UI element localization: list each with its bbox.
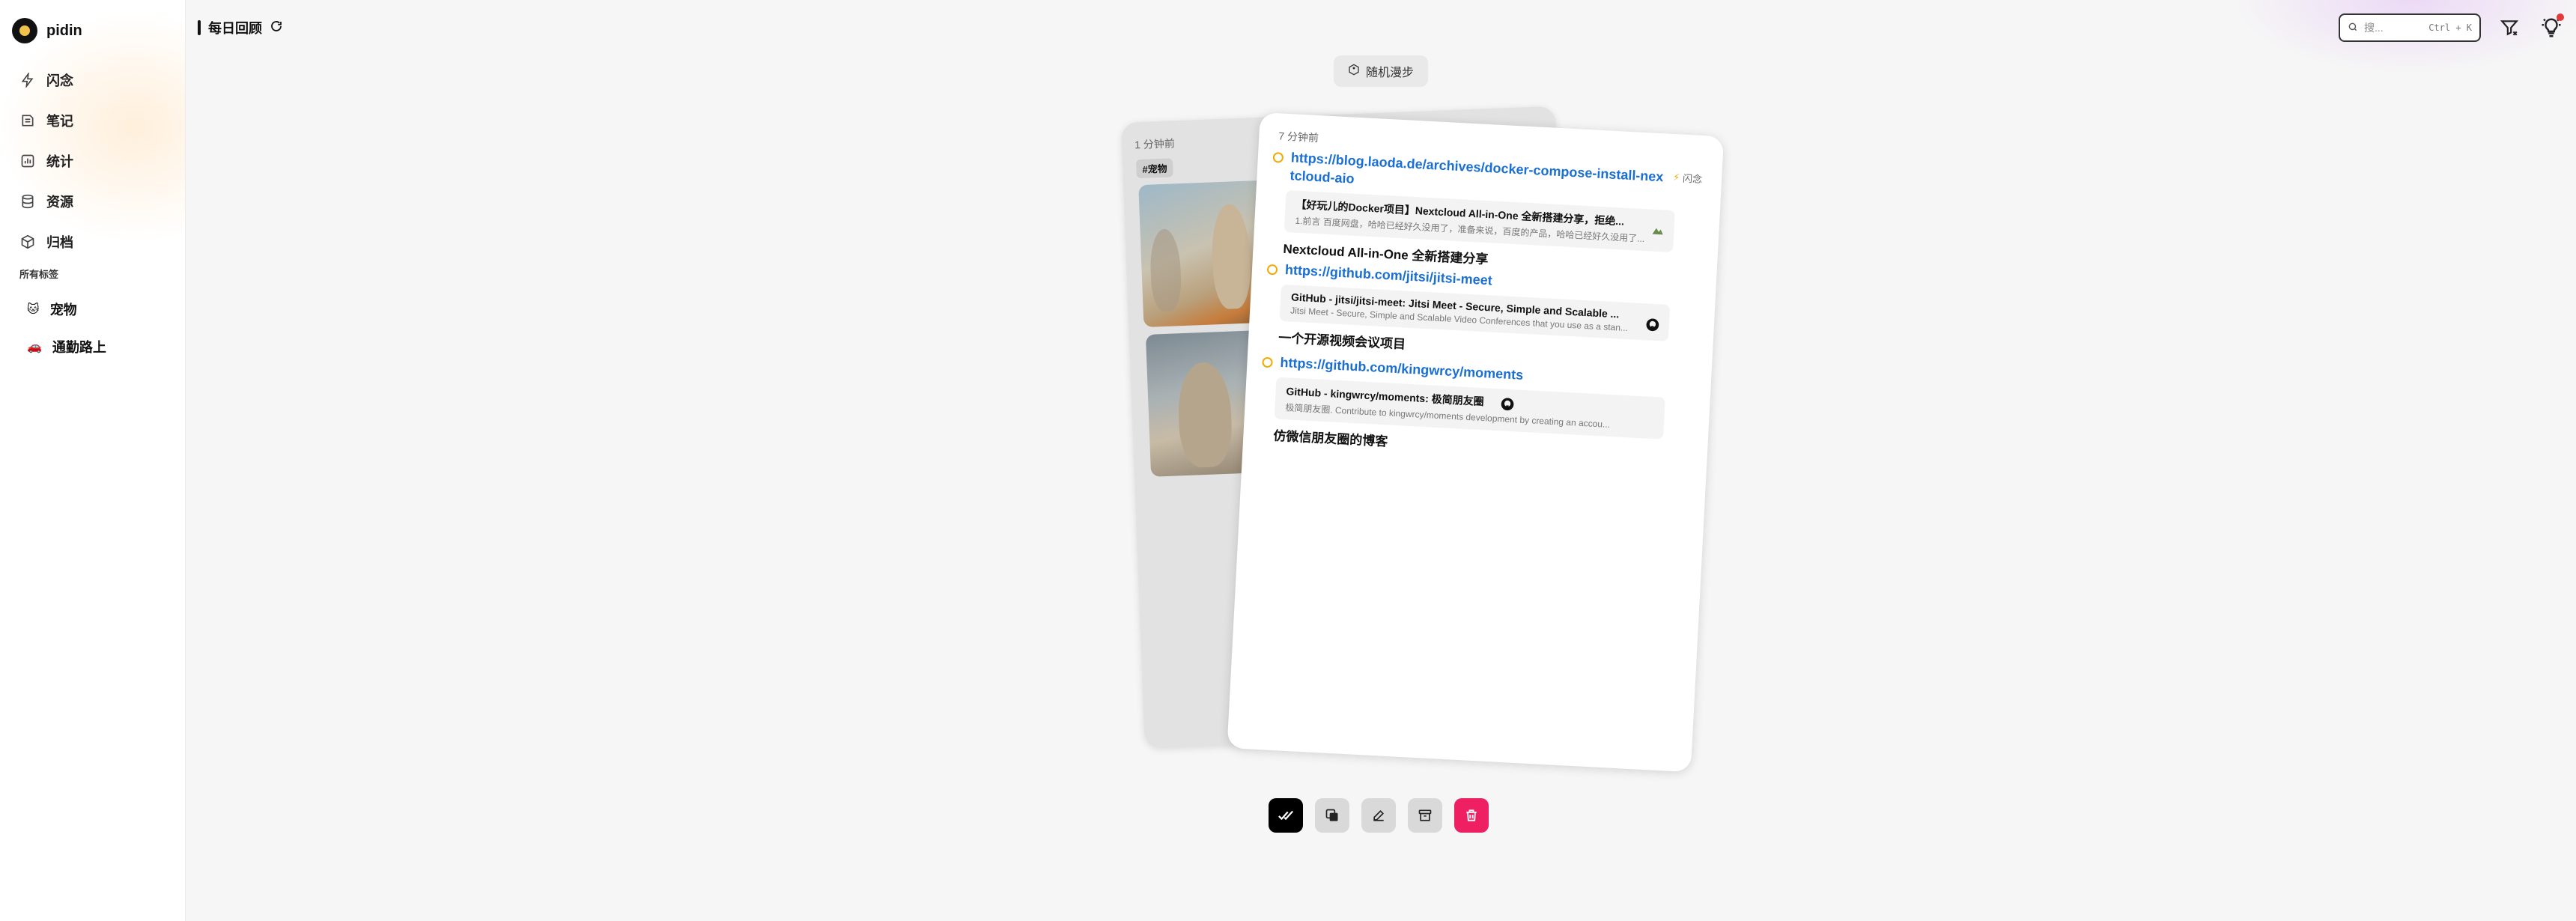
- tag-label: 通勤路上: [52, 340, 106, 355]
- card-tag[interactable]: #宠物: [1135, 158, 1174, 179]
- cat-shape: [1210, 203, 1252, 310]
- sidebar-item-label: 资源: [46, 195, 73, 210]
- filter-button[interactable]: [2500, 18, 2519, 37]
- search-shortcut: Ctrl + K: [2428, 22, 2472, 33]
- notebook-icon: [19, 112, 36, 129]
- dice-icon: [1348, 64, 1360, 79]
- sidebar-item-stats[interactable]: 统计: [19, 141, 73, 181]
- done-button[interactable]: [1269, 798, 1303, 833]
- tag-commute[interactable]: 🚗 通勤路上: [27, 337, 106, 356]
- task-circle-icon[interactable]: [1266, 264, 1278, 276]
- cat-reflection-shape: [1149, 228, 1182, 312]
- sidebar-nav: 闪念 笔记 统计 资源 归档: [19, 60, 73, 262]
- review-actions: [1269, 798, 1489, 833]
- double-check-icon: [1278, 810, 1293, 821]
- search-input[interactable]: 搜... Ctrl + K: [2339, 13, 2481, 42]
- copy-icon: [1325, 809, 1338, 821]
- link-entry: https://blog.laoda.de/archives/docker-co…: [1268, 148, 1692, 278]
- random-walk-label: 随机漫步: [1365, 67, 1414, 79]
- task-circle-icon[interactable]: [1262, 356, 1273, 368]
- tag-pets[interactable]: 🐱 宠物: [27, 300, 77, 319]
- brand[interactable]: pidin: [12, 18, 82, 43]
- tag-label: 宠物: [49, 303, 77, 317]
- trash-icon: [1466, 809, 1477, 821]
- edit-button[interactable]: [1361, 798, 1396, 833]
- link-entry: https://github.com/jitsi/jitsi-meet GitH…: [1263, 260, 1686, 367]
- lightning-icon: [19, 72, 36, 88]
- refresh-icon[interactable]: [270, 19, 283, 37]
- chart-icon: [19, 153, 36, 169]
- brand-name: pidin: [46, 22, 82, 39]
- card-time: 1 分钟前: [1134, 137, 1176, 151]
- task-circle-icon[interactable]: [1272, 151, 1284, 163]
- avatar: [12, 18, 37, 43]
- sidebar-item-archive[interactable]: 归档: [19, 222, 73, 262]
- filter-icon: [2500, 20, 2519, 36]
- github-icon: [1644, 317, 1660, 332]
- search-icon: [2348, 22, 2358, 34]
- link-entry: https://github.com/kingwrcy/moments GitH…: [1258, 353, 1682, 465]
- tags-title: 所有标签: [19, 269, 59, 280]
- card-time: 7 分钟前: [1278, 130, 1319, 145]
- database-icon: [19, 193, 36, 210]
- sidebar-item-label: 统计: [46, 154, 73, 169]
- delete-button[interactable]: [1454, 798, 1489, 833]
- notification-dot: [2557, 13, 2564, 21]
- search-placeholder: 搜...: [2364, 22, 2384, 34]
- page-title-text: 每日回顾: [208, 21, 262, 36]
- copy-button[interactable]: [1315, 798, 1349, 833]
- random-walk-button[interactable]: 随机漫步: [1334, 55, 1428, 87]
- archive-icon: [19, 234, 36, 250]
- sidebar: pidin 闪念 笔记 统计 资源 归档 所有标签 🐱 宠物 🚗 通勤路上: [0, 0, 186, 921]
- github-icon: [1500, 396, 1516, 412]
- archive-box-icon: [1418, 809, 1432, 821]
- theme-toggle-button[interactable]: [2540, 13, 2564, 39]
- car-emoji-icon: 🚗: [27, 341, 42, 353]
- sidebar-item-notes[interactable]: 笔记: [19, 100, 73, 141]
- sidebar-item-resources[interactable]: 资源: [19, 181, 73, 222]
- cat-shape: [1176, 361, 1233, 469]
- page-title: 每日回顾: [198, 18, 283, 37]
- title-bar: [198, 20, 201, 35]
- sidebar-item-label: 笔记: [46, 114, 73, 129]
- memo-card[interactable]: 7 分钟前 ⚡ 闪念 https://blog.laoda.de/archive…: [1227, 112, 1725, 773]
- sidebar-item-label: 闪念: [46, 73, 73, 88]
- sidebar-item-label: 归档: [46, 235, 73, 250]
- sidebar-item-flash[interactable]: 闪念: [19, 60, 73, 100]
- edit-icon: [1373, 809, 1385, 821]
- archive-button[interactable]: [1408, 798, 1442, 833]
- site-logo-icon: [1650, 222, 1665, 238]
- cat-emoji-icon: 🐱: [27, 303, 40, 316]
